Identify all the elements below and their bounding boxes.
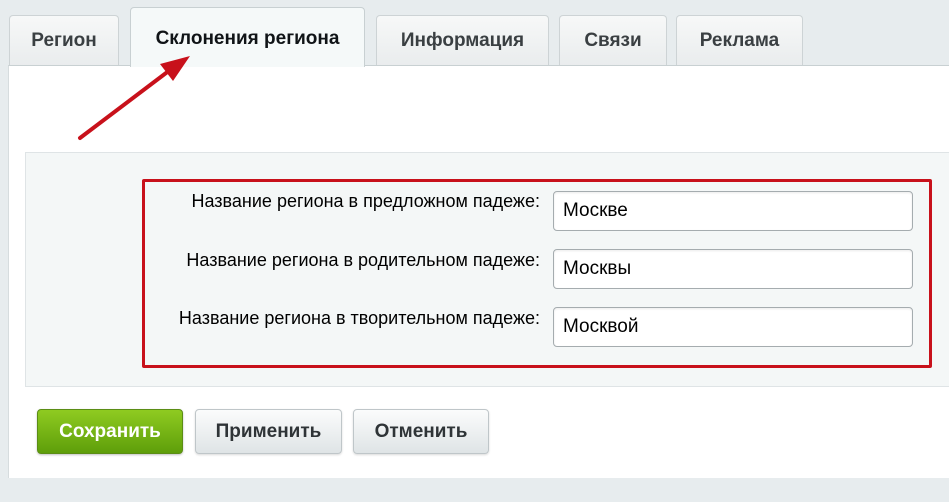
tab-bar: Регион Склонения региона Информация Связ… [0,0,949,67]
apply-button[interactable]: Применить [195,409,342,454]
tab-advertising[interactable]: Реклама [676,15,803,66]
instrumental-case-input[interactable] [553,307,913,347]
genitive-case-input[interactable] [553,249,913,289]
tab-region[interactable]: Регион [9,15,119,66]
cancel-button[interactable]: Отменить [353,409,489,454]
save-button[interactable]: Сохранить [37,409,183,454]
tab-links[interactable]: Связи [559,15,667,66]
prepositional-case-input[interactable] [553,191,913,231]
tab-information[interactable]: Информация [376,15,549,66]
tab-region-declensions[interactable]: Склонения региона [130,7,365,67]
